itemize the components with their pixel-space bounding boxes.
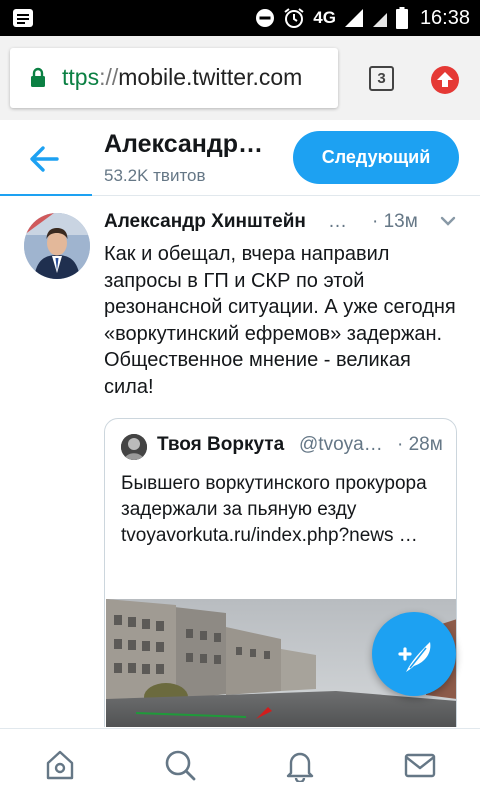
- home-icon: [46, 750, 74, 780]
- follow-button[interactable]: Следующий: [293, 131, 459, 184]
- search-icon: [165, 750, 196, 781]
- nav-search[interactable]: [160, 745, 200, 785]
- dnd-icon: [256, 9, 275, 27]
- notifications-icon: [286, 752, 314, 782]
- tweet-text: Как и обещал, вчера направил запросы в Г…: [104, 243, 456, 398]
- notification-icon: [13, 9, 33, 27]
- wifi-icon: [372, 13, 387, 27]
- alarm-icon: [284, 8, 304, 28]
- network-type: 4G: [313, 8, 336, 27]
- status-bar: 4G 16:38: [0, 0, 480, 36]
- url-separator: ://: [99, 64, 119, 90]
- signal-icon: [344, 9, 363, 27]
- url-host: mobile.twitter.com: [118, 64, 303, 90]
- chevron-down-icon[interactable]: [440, 215, 456, 227]
- upload-icon[interactable]: [431, 66, 459, 94]
- profile-name: Александр…: [104, 130, 264, 158]
- lock-icon: [31, 67, 45, 87]
- tweet-count: 53.2K твитов: [104, 166, 206, 185]
- clock: 16:38: [419, 6, 470, 29]
- quoted-time: · 28м: [397, 434, 443, 455]
- messages-icon: [404, 753, 436, 778]
- address-bar[interactable]: ttps://mobile.twitter.com: [10, 48, 338, 108]
- nav-notifications[interactable]: [280, 745, 320, 785]
- back-arrow-icon[interactable]: [28, 144, 60, 174]
- bottom-navigation: [0, 728, 480, 800]
- browser-toolbar: ttps://mobile.twitter.com: [0, 36, 480, 120]
- tweet-author-name[interactable]: Александр Хинштейн: [104, 211, 306, 233]
- compose-feather-icon: [398, 642, 431, 672]
- compose-tweet-button[interactable]: [372, 612, 456, 696]
- url-scheme: ttps: [62, 64, 100, 90]
- tweet-author-ellipsis: …: [328, 211, 347, 232]
- nav-home[interactable]: [40, 745, 80, 785]
- tweet-time: · 13м: [372, 211, 418, 232]
- quoted-author-name: Твоя Воркута: [157, 434, 285, 455]
- url-text: ttps://mobile.twitter.com: [62, 64, 302, 91]
- header-divider-accent: [0, 194, 92, 196]
- quoted-text: Бывшего воркутинского прокурора задержал…: [121, 473, 427, 546]
- tab-switcher-button[interactable]: 3: [369, 66, 394, 91]
- battery-icon: [395, 7, 408, 29]
- quoted-avatar: [121, 434, 147, 460]
- nav-messages[interactable]: [400, 745, 440, 785]
- avatar[interactable]: [24, 213, 90, 279]
- quoted-author-handle: @tvoya…: [299, 434, 383, 455]
